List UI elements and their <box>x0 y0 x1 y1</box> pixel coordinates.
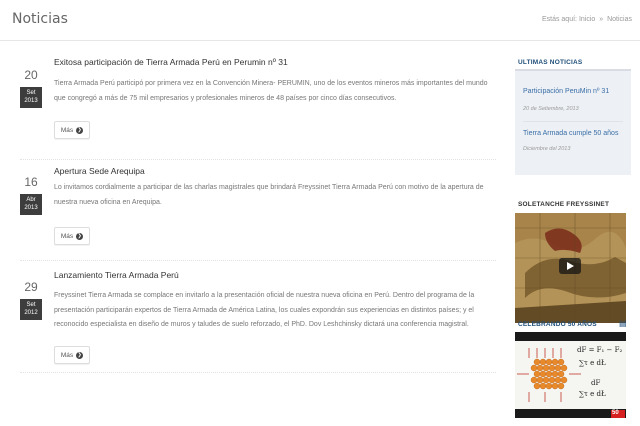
breadcrumb-current: Noticias <box>607 16 632 23</box>
post-excerpt: Freyssinet Tierra Armada se complace en … <box>54 292 475 328</box>
post-divider <box>20 159 496 160</box>
video-widget-title: SOLETANCHE FREYSSINET <box>518 201 610 208</box>
date-badge: 16 Abr 2013 <box>20 170 42 215</box>
chevron-right-icon: ❯ <box>76 126 84 134</box>
read-more-button[interactable]: Más ❯ <box>54 227 90 245</box>
date-day: 16 <box>20 170 42 194</box>
date-day: 29 <box>20 275 42 299</box>
read-more-label: Más <box>60 351 74 359</box>
post-divider <box>20 260 496 261</box>
date-year: 2013 <box>24 98 38 104</box>
read-more-button[interactable]: Más ❯ <box>54 346 90 364</box>
post-excerpt: Lo invitamos cordialmente a participar d… <box>54 184 484 206</box>
formula-text: dF <box>591 379 601 387</box>
post-excerpt: Tierra Armada Perú participó por primera… <box>54 80 488 102</box>
sidebar: ULTIMAS NOTICIAS Participación PeruMin n… <box>515 41 631 426</box>
latest-news-date: Diciembre del 2013 <box>523 146 571 152</box>
breadcrumb: Estás aquí: Inicio » Noticias <box>542 16 632 23</box>
post-title-link[interactable]: Apertura Sede Arequipa <box>54 166 145 176</box>
read-more-button[interactable]: Más ❯ <box>54 121 90 139</box>
latest-news-list: Participación PeruMin nº 31 20 de Setiem… <box>515 71 631 175</box>
date-month-year: Abr 2013 <box>20 194 42 215</box>
formula-text: ∑τ e dŁ <box>579 390 606 398</box>
date-month: Set <box>26 90 36 96</box>
date-month: Abr <box>26 197 36 203</box>
latest-news-title: ULTIMAS NOTICIAS <box>518 59 583 66</box>
chevron-right-icon: ❯ <box>76 351 84 359</box>
logo-50-badge: 50 <box>612 410 619 416</box>
date-day: 20 <box>20 63 42 87</box>
date-badge: 29 Set 2012 <box>20 275 42 320</box>
chevron-right-icon: ❯ <box>76 232 84 240</box>
video-player-soletanche[interactable] <box>515 213 626 323</box>
latest-news-link[interactable]: Participación PeruMin nº 31 <box>523 88 609 95</box>
date-month-year: Set 2012 <box>20 299 42 320</box>
post-title-link[interactable]: Lanzamiento Tierra Armada Perú <box>54 270 179 280</box>
video-thumbnail-50 <box>515 332 626 418</box>
page-header: Noticias Estás aquí: Inicio » Noticias <box>0 0 640 41</box>
breadcrumb-home-link[interactable]: Inicio <box>579 16 595 23</box>
news-list: 20 Set 2013 Exitosa participación de Tie… <box>0 41 497 426</box>
formula-text: ∑τ e dŁ <box>579 359 606 367</box>
date-month: Set <box>26 302 36 308</box>
video-widget-title-50: CELEBRANDO 50 AÑOS <box>518 321 597 328</box>
formula-text: dF = F₁ − F₂ <box>577 346 623 354</box>
external-link-icon[interactable]: ▤ <box>619 319 627 328</box>
date-badge: 20 Set 2013 <box>20 63 42 108</box>
latest-news-link[interactable]: Tierra Armada cumple 50 años <box>523 130 618 137</box>
post-title-link[interactable]: Exitosa participación de Tierra Armada P… <box>54 57 288 67</box>
video-player-50-years[interactable]: dF = F₁ − F₂ ∑τ e dŁ dF ∑τ e dŁ 50 <box>515 332 626 418</box>
latest-news-divider <box>523 121 623 122</box>
breadcrumb-separator: » <box>599 16 604 23</box>
date-month-year: Set 2013 <box>20 87 42 108</box>
date-year: 2012 <box>24 310 38 316</box>
read-more-label: Más <box>60 126 74 134</box>
post-divider <box>20 372 496 373</box>
page-title: Noticias <box>12 11 68 27</box>
read-more-label: Más <box>60 232 74 240</box>
latest-news-date: 20 de Setiembre, 2013 <box>523 106 579 112</box>
breadcrumb-prefix: Estás aquí: <box>541 16 577 23</box>
date-year: 2013 <box>24 205 38 211</box>
play-button-icon[interactable] <box>559 258 581 274</box>
